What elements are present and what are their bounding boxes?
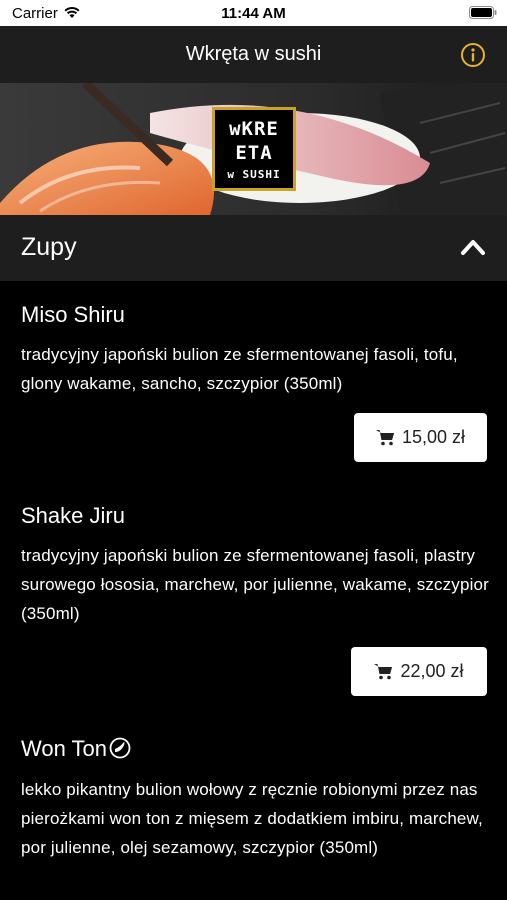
price-label: 22,00 zł [400,661,464,681]
logo-text-line3: w SUSHI [227,168,281,181]
menu-item-description: tradycyjny japoński bulion ze sfermentow… [21,546,489,623]
menu-item-name: Miso Shiru [21,302,125,327]
nav-bar: Wkręta w sushi [0,26,507,83]
menu-item-description: lekko pikantny bulion wołowy z ręcznie r… [21,780,483,857]
spicy-chili-icon [109,737,131,759]
clock: 11:44 AM [221,5,286,22]
nav-title: Wkręta w sushi [185,43,322,65]
header-banner-image: wKRE ETA w SUSHI [0,83,507,215]
category-title: Zupy [21,233,77,261]
logo-text-line2: ETA [235,142,273,164]
chevron-up-icon[interactable] [460,237,486,257]
menu-item-description: tradycyjny japoński bulion ze sfermentow… [21,345,458,393]
add-to-cart-button[interactable]: 22,00 zł [351,647,487,696]
menu-item-name: Shake Jiru [21,503,125,528]
info-icon[interactable] [460,42,486,68]
add-to-cart-button[interactable]: 15,00 zł [354,413,487,462]
cart-icon [375,430,394,446]
status-bar: Carrier 11:44 AM [0,0,507,26]
menu-item-name-text: Won Ton [21,736,108,761]
cart-icon [374,664,393,680]
category-header-zupy[interactable]: Zupy [0,215,507,281]
restaurant-logo: wKRE ETA w SUSHI [212,107,296,191]
price-label: 15,00 zł [401,427,466,447]
battery-icon [469,6,497,19]
menu-item-name: Won Ton [21,736,131,762]
logo-text-line1: wKRE [229,118,279,140]
